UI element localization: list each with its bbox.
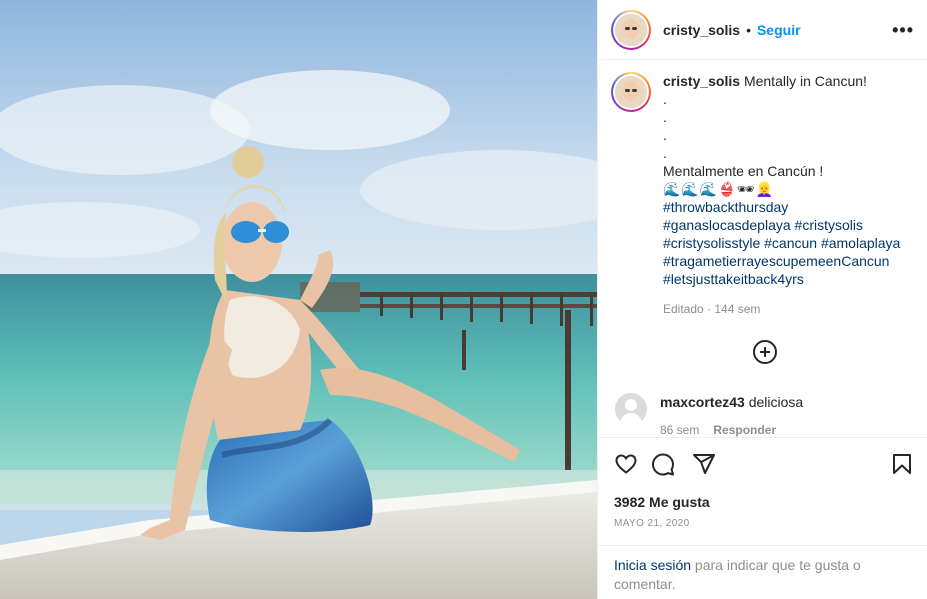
caption-dot: . — [663, 109, 667, 125]
action-bar — [614, 452, 914, 478]
post-date: MAYO 21, 2020 — [614, 518, 690, 529]
caption-line1: Mentally in Cancun! — [740, 73, 867, 89]
caption-dot: . — [663, 91, 667, 107]
heart-icon[interactable] — [614, 452, 638, 476]
caption-username[interactable]: cristy_solis — [663, 73, 740, 89]
caption-text: cristy_solis Mentally in Cancun! . . . .… — [663, 72, 900, 318]
share-icon[interactable] — [692, 452, 716, 476]
login-link[interactable]: Inicia sesión — [614, 557, 691, 573]
comment-icon[interactable] — [651, 452, 675, 476]
avatar[interactable] — [611, 9, 651, 50]
divider — [598, 545, 927, 546]
profile-photo-icon — [615, 76, 647, 108]
comment-text: deliciosa — [744, 394, 804, 410]
reply-button[interactable]: Responder — [713, 423, 776, 437]
caption-avatar[interactable] — [611, 72, 651, 112]
follow-button[interactable]: Seguir — [757, 22, 801, 38]
comment-item: maxcortez43 deliciosa 86 sem Responder — [611, 393, 916, 439]
more-options-icon[interactable]: ••• — [892, 20, 914, 41]
post-caption: cristy_solis Mentally in Cancun! . . . .… — [611, 72, 916, 318]
login-prompt: Inicia sesión para indicar que te gusta … — [614, 556, 904, 594]
caption-first-line: cristy_solis Mentally in Cancun! — [663, 72, 900, 90]
post-side-panel: cristy_solis • Seguir ••• cristy_solis M… — [597, 0, 927, 599]
profile-photo-icon — [615, 13, 647, 46]
hashtag-line[interactable]: #letsjusttakeitback4yrs — [663, 270, 900, 288]
post-photo[interactable] — [0, 0, 597, 599]
caption-spanish: Mentalmente en Cancún ! — [663, 163, 824, 179]
comment-body: maxcortez43 deliciosa 86 sem Responder — [660, 393, 803, 439]
comment-text-line: maxcortez43 deliciosa — [660, 393, 803, 411]
caption-emojis: 🌊🌊🌊👙🕶👱‍♀️ — [663, 181, 774, 197]
comment-time: 86 sem — [660, 423, 700, 437]
comment-avatar[interactable] — [615, 393, 647, 425]
comment-username[interactable]: maxcortez43 — [660, 394, 745, 410]
hashtag-line[interactable]: #tragametierrayescupemeenCancun — [663, 252, 900, 270]
caption-dot: . — [663, 127, 667, 143]
header-username[interactable]: cristy_solis — [663, 22, 740, 38]
hashtag-line[interactable]: #throwbackthursday — [663, 198, 900, 216]
post-header: cristy_solis • Seguir ••• — [598, 0, 927, 60]
save-icon[interactable] — [890, 452, 914, 476]
caption-meta: Editado · 144 sem — [663, 302, 761, 316]
divider — [598, 437, 927, 438]
hashtag-line[interactable]: #ganaslocasdeplaya #cristysolis — [663, 216, 900, 234]
hashtag-line[interactable]: #cristysolisstyle #cancun #amolaplaya — [663, 234, 900, 252]
add-comment-icon[interactable] — [753, 340, 777, 364]
beach-photo-illustration — [0, 0, 597, 599]
likes-count[interactable]: 3982 Me gusta — [614, 494, 710, 510]
header-separator: • — [746, 21, 751, 38]
caption-dot: . — [663, 145, 667, 161]
